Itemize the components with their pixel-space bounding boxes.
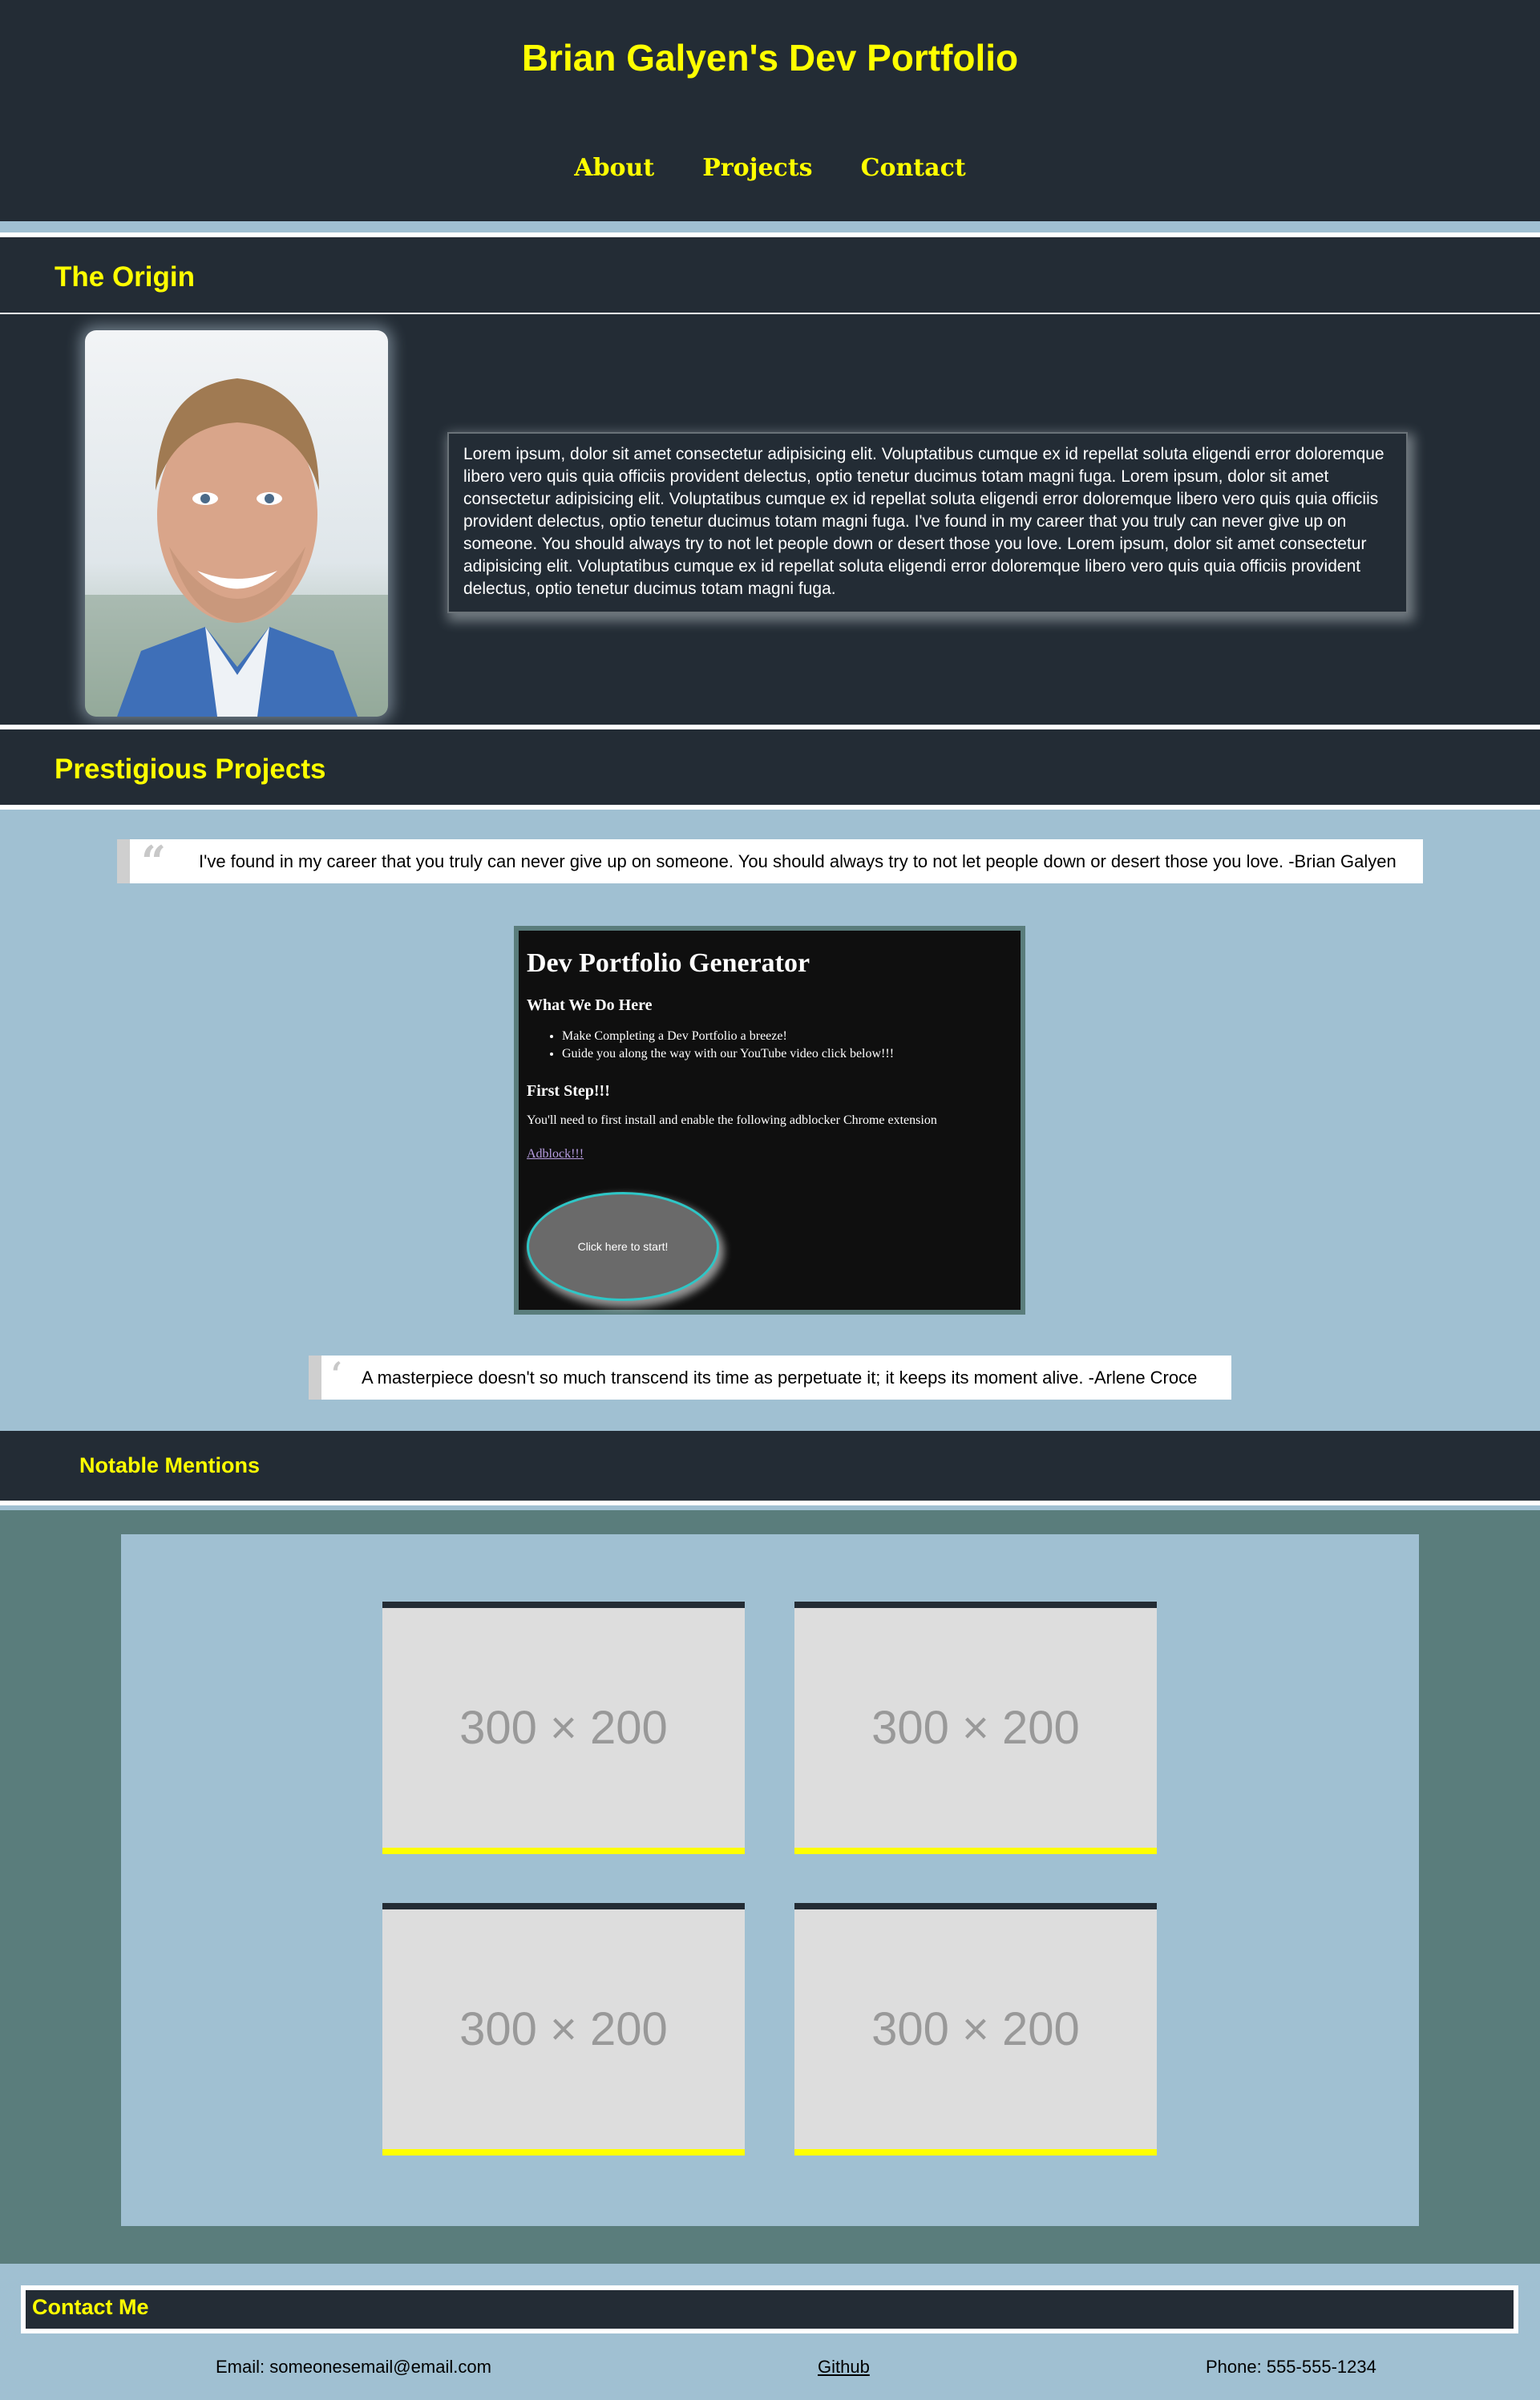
project-title: Dev Portfolio Generator: [527, 948, 810, 978]
contact-email: Email: someonesemail@email.com: [216, 2357, 491, 2377]
github-link[interactable]: Github: [818, 2357, 870, 2378]
origin-section: Lorem ipsum, dolor sit amet consectetur …: [0, 314, 1540, 725]
project-instruction: You'll need to first install and enable …: [527, 1113, 937, 1127]
quote-mark-icon: ‘: [331, 1356, 342, 1393]
mentions-panel: 300 × 200 300 × 200 300 × 200 300 × 200: [121, 1534, 1419, 2226]
bio-text-box: Lorem ipsum, dolor sit amet consectetur …: [447, 432, 1408, 613]
contact-section-bar: Contact Me: [21, 2285, 1518, 2333]
main-nav: About Projects Contact: [0, 154, 1540, 182]
list-item: Guide you along the way with our YouTube…: [562, 1045, 1013, 1063]
profile-photo: [85, 330, 388, 717]
project-feature-list: Make Completing a Dev Portfolio a breeze…: [562, 1028, 1013, 1063]
mention-image-placeholder[interactable]: 300 × 200: [382, 1602, 745, 1854]
adblock-link[interactable]: Adblock!!!: [527, 1147, 584, 1161]
quote-mark-icon: “: [141, 836, 167, 887]
nav-link-contact[interactable]: Contact: [861, 154, 966, 182]
quote-block: ‘ A masterpiece doesn't so much transcen…: [309, 1356, 1231, 1400]
mention-image-placeholder[interactable]: 300 × 200: [794, 1903, 1157, 2156]
mention-image-placeholder[interactable]: 300 × 200: [794, 1602, 1157, 1854]
start-button[interactable]: Click here to start!: [527, 1192, 719, 1301]
origin-heading: The Origin: [55, 261, 195, 293]
quote-block: “ I've found in my career that you truly…: [117, 836, 1423, 887]
list-item: Make Completing a Dev Portfolio a breeze…: [562, 1028, 1013, 1045]
bio-text: Lorem ipsum, dolor sit amet consectetur …: [463, 445, 1384, 598]
site-title: Brian Galyen's Dev Portfolio: [521, 37, 1019, 79]
site-header: Brian Galyen's Dev Portfolio About Proje…: [0, 0, 1540, 221]
projects-heading: Prestigious Projects: [55, 754, 326, 785]
nav-link-about[interactable]: About: [574, 154, 654, 182]
contact-phone: Phone: 555-555-1234: [1206, 2357, 1376, 2377]
projects-section-bar: Prestigious Projects: [0, 725, 1540, 810]
contact-heading: Contact Me: [32, 2295, 149, 2319]
mentions-section-bar: Notable Mentions: [0, 1431, 1540, 1505]
quote-text: A masterpiece doesn't so much transcend …: [362, 1367, 1198, 1388]
project-subheading: What We Do Here: [527, 996, 653, 1014]
mention-image-placeholder[interactable]: 300 × 200: [382, 1903, 745, 2156]
project-subheading: First Step!!!: [527, 1082, 610, 1100]
mentions-heading: Notable Mentions: [79, 1453, 261, 1477]
origin-section-bar: The Origin: [0, 232, 1540, 317]
quote-text: I've found in my career that you truly c…: [199, 851, 1397, 871]
nav-link-projects[interactable]: Projects: [702, 154, 812, 182]
project-screenshot[interactable]: Dev Portfolio Generator What We Do Here …: [514, 926, 1025, 1315]
mentions-section: 300 × 200 300 × 200 300 × 200 300 × 200: [0, 1510, 1540, 2264]
